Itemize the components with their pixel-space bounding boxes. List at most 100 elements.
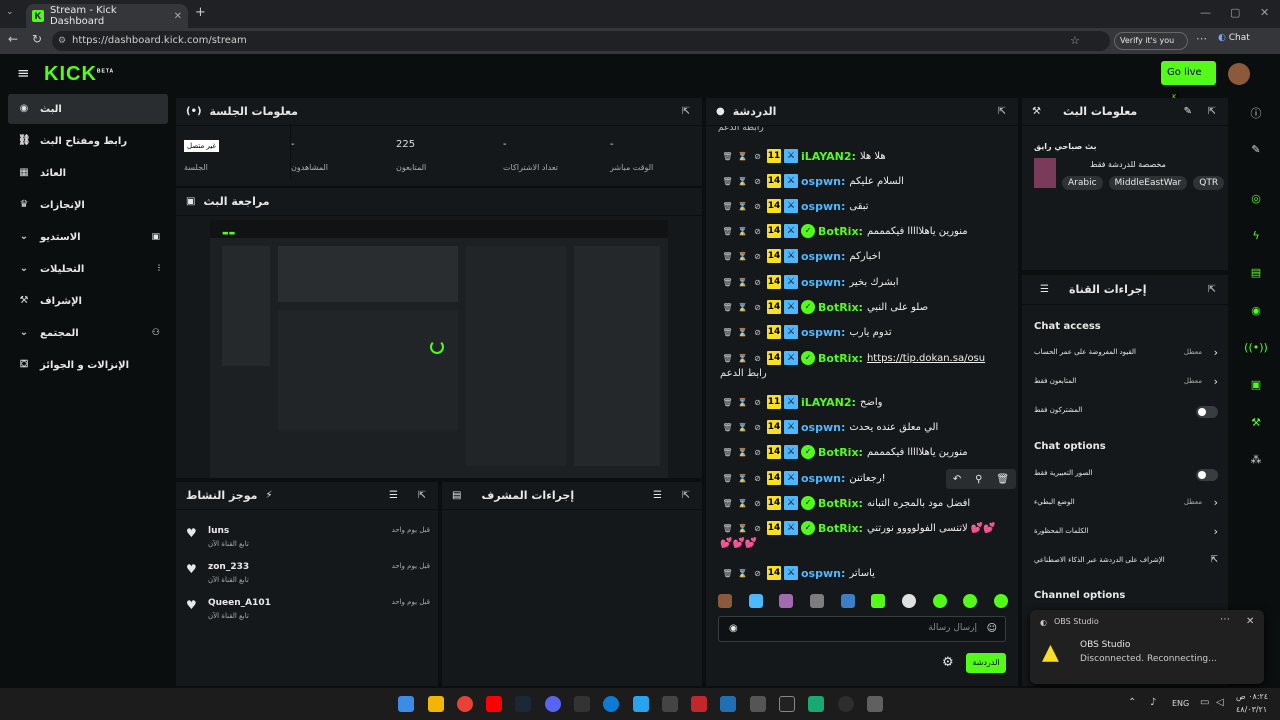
timeout-icon[interactable]: ⌛ (737, 252, 748, 261)
chat-message[interactable]: 🗑 ⌛ ⊘ 14 ⚔ ✓ BotRix: https://tip.dokan.sa/osu (722, 346, 1012, 370)
chat-message[interactable]: 🗑 ⌛ ⊘ 14 ⚔ ospwn: اخباركم (722, 244, 1012, 268)
chat-message[interactable]: 🗑 ⌛ ⊘ 14 ⚔ ospwn: تدوم يارب (722, 320, 1012, 344)
timeout-icon[interactable]: ⌛ (737, 303, 748, 312)
account-age-row[interactable]: القيود المفروضة على عمر الحساب معطل › (1034, 345, 1218, 363)
timeout-icon[interactable]: ⌛ (737, 278, 748, 287)
emote-icon[interactable] (840, 594, 855, 608)
back-icon[interactable]: ← (8, 32, 18, 46)
ban-icon[interactable]: ⊘ (752, 423, 763, 432)
ban-icon[interactable]: ⊘ (752, 303, 763, 312)
close-window-icon[interactable]: ✕ (1260, 6, 1269, 19)
delete-icon[interactable]: 🗑 (722, 524, 733, 533)
sidebar-item-achievements[interactable]: ♛ الإنجازات (8, 190, 168, 220)
document-icon[interactable]: ▤ (1244, 261, 1268, 285)
tag-chip[interactable]: Arabic (1062, 176, 1103, 190)
ban-icon[interactable]: ⊘ (752, 202, 763, 211)
chat-message[interactable]: 🗑 ⌛ ⊘ 14 ⚔ ✓ BotRix: منورين ياهلااااا فيكمممم (722, 440, 1012, 464)
app-icon[interactable] (808, 696, 824, 712)
chat-username[interactable]: BotRix: (818, 497, 863, 510)
ban-icon[interactable]: ⊘ (752, 499, 763, 508)
tab-list-icon[interactable]: ⌄ (6, 7, 14, 17)
followers-only-row[interactable]: المتابعون فقط معطل › (1034, 374, 1218, 392)
obs-notification[interactable]: ◐ OBS Studio ⋯ ✕ ▲ OBS Studio Disconnect… (1030, 610, 1264, 684)
kick-logo[interactable]: KICKBETA (44, 63, 114, 86)
app-icon[interactable] (633, 696, 649, 712)
chat-username[interactable]: iLAYAN2: (801, 396, 856, 409)
ai-moderation-row[interactable]: الإشراف على الدردشة عبر الذكاء الاصطناعي… (1034, 553, 1218, 571)
send-chat-button[interactable]: الدردشة (966, 653, 1006, 673)
timeout-icon[interactable]: ⌛ (737, 524, 748, 533)
delete-icon[interactable]: 🗑 (722, 474, 733, 483)
steam-icon[interactable] (515, 696, 531, 712)
slow-mode-row[interactable]: الوضع البطيء معطل › (1034, 495, 1218, 513)
ban-icon[interactable]: ⊘ (752, 252, 763, 261)
chat-message[interactable]: 🗑 ⌛ ⊘ 11 ⚔ iLAYAN2: هلا هلا (722, 144, 1012, 168)
chat-message[interactable]: 🗑 ⌛ ⊘ 14 ⚔ ✓ BotRix: صلو على النبي (722, 295, 1012, 319)
banned-words-row[interactable]: الكلمات المحظورة › (1034, 524, 1218, 542)
emote-picker-icon[interactable]: ◉ (729, 623, 738, 634)
ban-icon[interactable]: ⊘ (752, 524, 763, 533)
new-tab-icon[interactable]: + (195, 5, 206, 20)
chat-username[interactable]: ospwn: (801, 472, 845, 485)
emote-icon[interactable] (901, 594, 916, 608)
timeout-icon[interactable]: ⌛ (737, 398, 748, 407)
delete-icon[interactable]: 🗑 (722, 328, 733, 337)
chat-username[interactable]: iLAYAN2: (801, 150, 856, 163)
chat-message[interactable]: 🗑 ⌛ ⊘ 14 ⚔ ospwn: ابشرك بخير (722, 270, 1012, 294)
timeout-icon[interactable]: ⌛ (737, 354, 748, 363)
delete-icon[interactable]: 🗑 (722, 398, 733, 407)
emotes-only-toggle[interactable] (1196, 469, 1218, 481)
chat-username[interactable]: BotRix: (818, 352, 863, 365)
network-icon[interactable]: ▭ (1200, 697, 1209, 708)
cod-icon[interactable] (574, 696, 590, 712)
chat-username[interactable]: ospwn: (801, 567, 845, 580)
chat-message[interactable]: 🗑 ⌛ ⊘ 14 ⚔ ✓ BotRix: منورين ياهلااااا فيكمممم (722, 219, 1012, 243)
start-icon[interactable] (398, 696, 414, 712)
chat-username[interactable]: ospwn: (801, 276, 845, 289)
volume-icon[interactable]: ◁ (1216, 697, 1224, 708)
mic-icon[interactable]: ♪ (1150, 697, 1156, 708)
filter-icon[interactable]: ☰ (653, 490, 662, 501)
delete-icon[interactable]: 🗑 (722, 569, 733, 578)
language-indicator[interactable]: ENG (1172, 699, 1189, 708)
info-icon[interactable]: ⓘ (1244, 102, 1268, 126)
delete-icon[interactable]: 🗑 (722, 278, 733, 287)
activity-user[interactable]: luns (208, 526, 229, 536)
app-icon[interactable] (720, 696, 736, 712)
emote-icon[interactable] (779, 594, 794, 608)
ban-icon[interactable]: ⊘ (752, 278, 763, 287)
emote-icon[interactable] (748, 594, 763, 608)
expand-icon[interactable]: ⇱ (682, 106, 690, 117)
ban-icon[interactable]: ⊘ (752, 474, 763, 483)
delete-icon[interactable]: 🗑 (996, 474, 1009, 485)
youtube-icon[interactable] (486, 696, 502, 712)
chat-button[interactable]: ◐ Chat (1218, 33, 1250, 43)
reply-icon[interactable]: ↶ (953, 474, 961, 485)
app-icon[interactable] (750, 696, 766, 712)
emote-icon[interactable] (718, 594, 732, 608)
chat-message[interactable]: 🗑 ⌛ ⊘ 14 ⚔ ✓ BotRix: لاتنسى الفولوووو نورتني 💕💕 (722, 516, 1012, 540)
sidebar-item-studio[interactable]: ⌄ الاستديو ▣ (8, 222, 168, 252)
ban-icon[interactable]: ⊘ (752, 152, 763, 161)
filter-icon[interactable]: ☰ (389, 490, 398, 501)
emote-icon[interactable] (932, 594, 947, 608)
reload-icon[interactable]: ↻ (32, 32, 42, 46)
ban-icon[interactable]: ⊘ (752, 328, 763, 337)
menu-dots-icon[interactable]: ⋯ (1196, 32, 1207, 45)
emote-icon[interactable] (809, 594, 824, 608)
delete-icon[interactable]: 🗑 (722, 448, 733, 457)
delete-icon[interactable]: 🗑 (722, 202, 733, 211)
camera-icon[interactable]: ◎ (1244, 187, 1268, 211)
pin-icon[interactable]: ⚲ (975, 474, 982, 485)
maximize-icon[interactable]: ▢ (1230, 6, 1240, 19)
chrome-icon[interactable] (457, 696, 473, 712)
tag-chip[interactable]: QTR (1193, 176, 1225, 190)
chat-username[interactable]: ospwn: (801, 175, 845, 188)
chat-message[interactable]: 🗑 ⌛ ⊘ 14 ⚔ ospwn: الي معلق عنده يحدث (722, 415, 1012, 439)
tray-chevron-icon[interactable]: ⌃ (1128, 697, 1136, 708)
app-icon[interactable] (662, 696, 678, 712)
app-icon[interactable] (779, 696, 795, 712)
stream-preview-video[interactable]: ▬▬ (210, 220, 668, 478)
discord-icon[interactable] (545, 696, 561, 712)
sidebar-item-live[interactable]: ◉ البث (8, 94, 168, 124)
